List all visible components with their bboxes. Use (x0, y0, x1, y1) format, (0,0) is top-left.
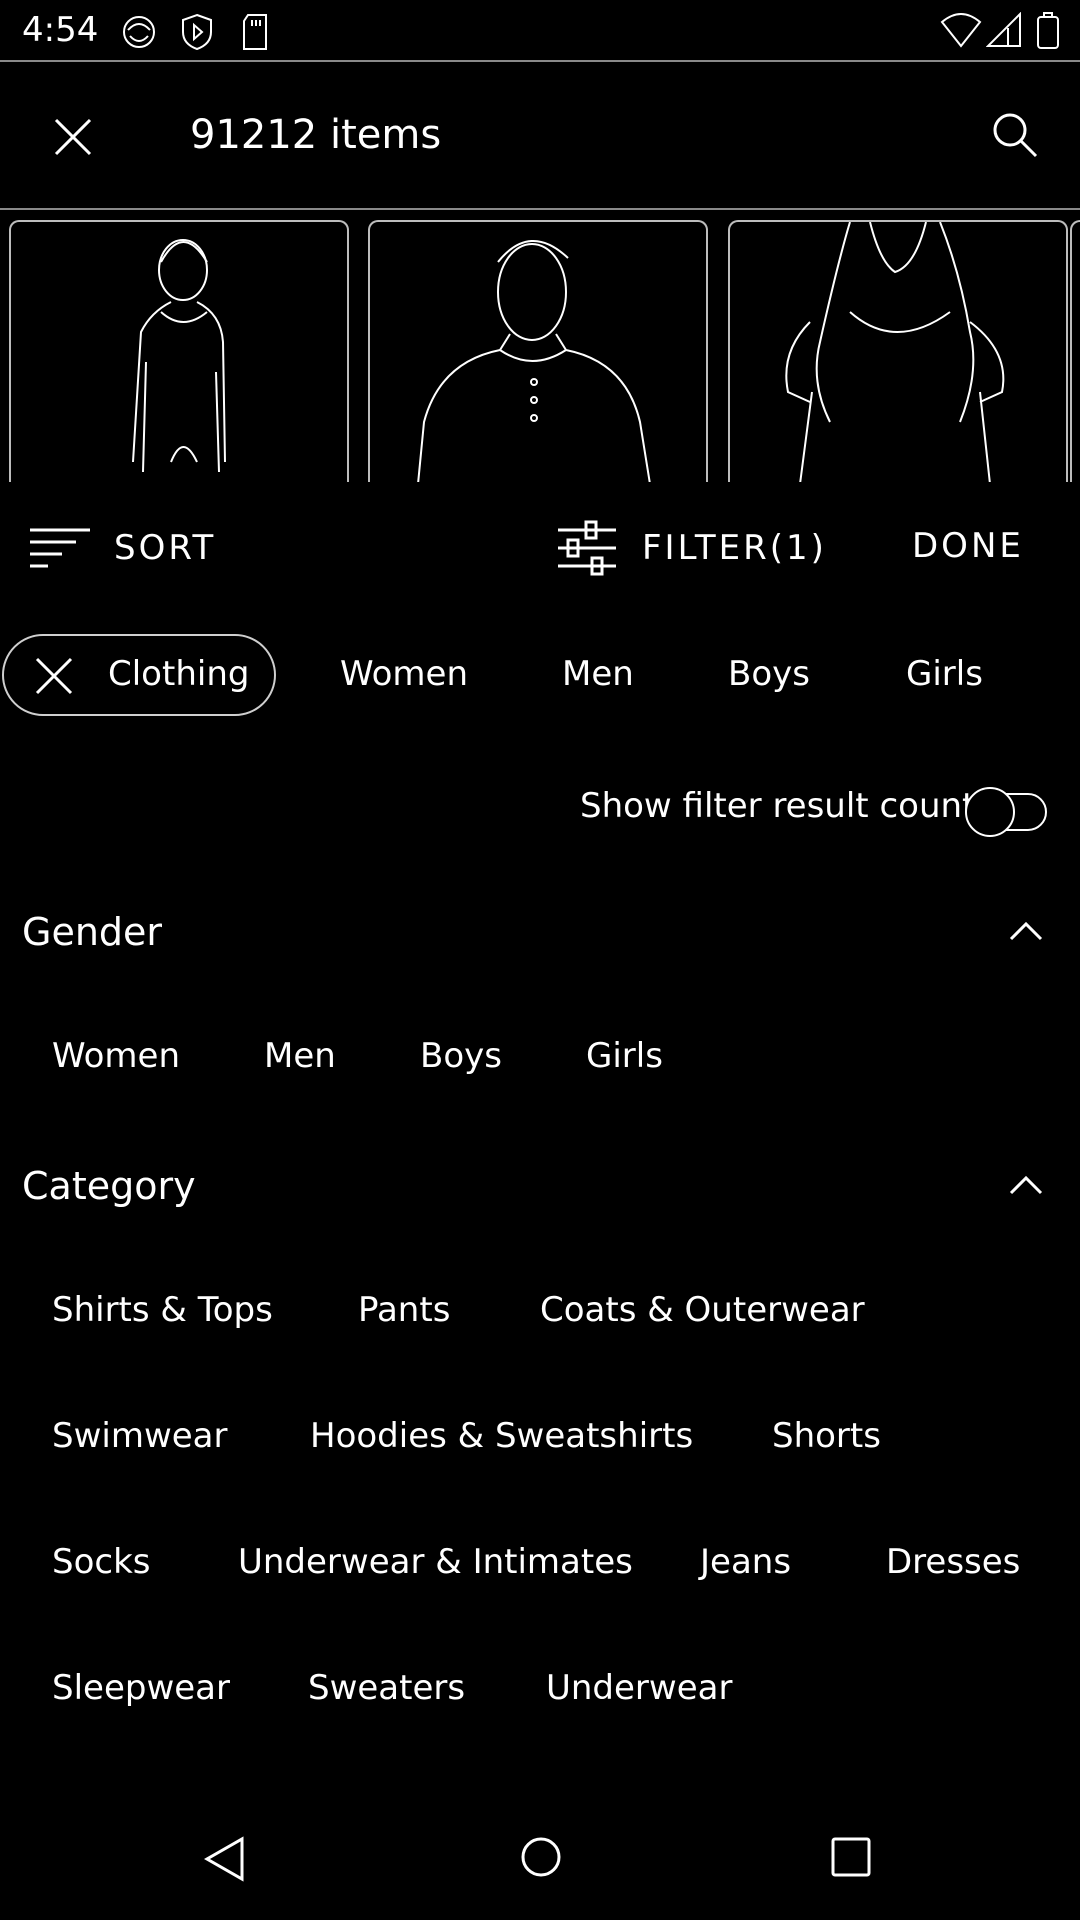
gender-collapse-button[interactable] (1008, 920, 1044, 942)
chip-women[interactable]: Women (340, 654, 468, 694)
product-card[interactable] (1070, 220, 1080, 482)
category-option[interactable]: Swimwear (52, 1416, 228, 1456)
product-card[interactable] (9, 220, 349, 482)
sync-icon (118, 12, 160, 52)
product-image (132, 239, 226, 473)
category-option[interactable]: Shorts (772, 1416, 881, 1456)
gender-section-title: Gender (22, 910, 163, 954)
category-option[interactable]: Dresses (886, 1542, 1020, 1582)
category-option[interactable]: Underwear (546, 1668, 732, 1708)
category-option[interactable]: Underwear & Intimates (238, 1542, 633, 1582)
sort-button[interactable]: SORT (28, 520, 228, 576)
product-card[interactable] (368, 220, 708, 482)
shield-icon (180, 12, 214, 52)
close-icon (52, 116, 94, 158)
chip-girls[interactable]: Girls (906, 654, 983, 694)
category-section-title: Category (22, 1164, 196, 1208)
sort-icon (28, 526, 92, 572)
sort-label: SORT (114, 528, 217, 568)
gender-option-men[interactable]: Men (264, 1036, 336, 1076)
gender-option-women[interactable]: Women (52, 1036, 180, 1076)
active-chip-label: Clothing (108, 654, 250, 694)
active-filter-chip[interactable]: Clothing (2, 634, 276, 716)
gender-option-girls[interactable]: Girls (586, 1036, 663, 1076)
product-image (417, 240, 651, 482)
search-button[interactable] (990, 110, 1040, 160)
gender-option-boys[interactable]: Boys (420, 1036, 502, 1076)
category-option[interactable]: Pants (358, 1290, 450, 1330)
filter-button[interactable]: FILTER(1) (556, 516, 846, 580)
category-collapse-button[interactable] (1008, 1174, 1044, 1196)
signal-icon (986, 12, 1022, 48)
home-icon[interactable] (520, 1836, 562, 1878)
chevron-up-icon (1008, 1174, 1044, 1196)
search-icon (990, 110, 1040, 160)
back-icon[interactable] (204, 1836, 246, 1882)
done-button[interactable]: DONE (912, 526, 1024, 566)
category-option[interactable]: Hoodies & Sweatshirts (310, 1416, 693, 1456)
wifi-icon (940, 12, 982, 48)
status-bar: 4:54 (0, 0, 1080, 62)
result-count-toggle[interactable] (964, 786, 1050, 838)
battery-icon (1036, 12, 1060, 50)
category-option[interactable]: Socks (52, 1542, 150, 1582)
category-option[interactable]: Coats & Outerwear (540, 1290, 865, 1330)
header-divider (0, 208, 1080, 210)
product-card[interactable] (728, 220, 1068, 482)
close-button[interactable] (52, 116, 94, 158)
status-time: 4:54 (22, 10, 99, 50)
filter-label: FILTER(1) (642, 528, 827, 568)
chip-boys[interactable]: Boys (728, 654, 810, 694)
filter-sliders-icon (556, 520, 618, 578)
chip-men[interactable]: Men (562, 654, 634, 694)
category-option[interactable]: Jeans (700, 1542, 791, 1582)
product-image (785, 222, 1005, 482)
recents-icon[interactable] (830, 1836, 872, 1878)
category-option[interactable]: Sweaters (308, 1668, 465, 1708)
category-option[interactable]: Sleepwear (52, 1668, 230, 1708)
sd-card-icon (240, 12, 270, 52)
page-title: 91212 items (190, 112, 442, 158)
remove-chip-icon[interactable] (34, 656, 74, 696)
result-count-toggle-label: Show filter result count (580, 786, 976, 826)
category-option[interactable]: Shirts & Tops (52, 1290, 273, 1330)
chevron-up-icon (1008, 920, 1044, 942)
